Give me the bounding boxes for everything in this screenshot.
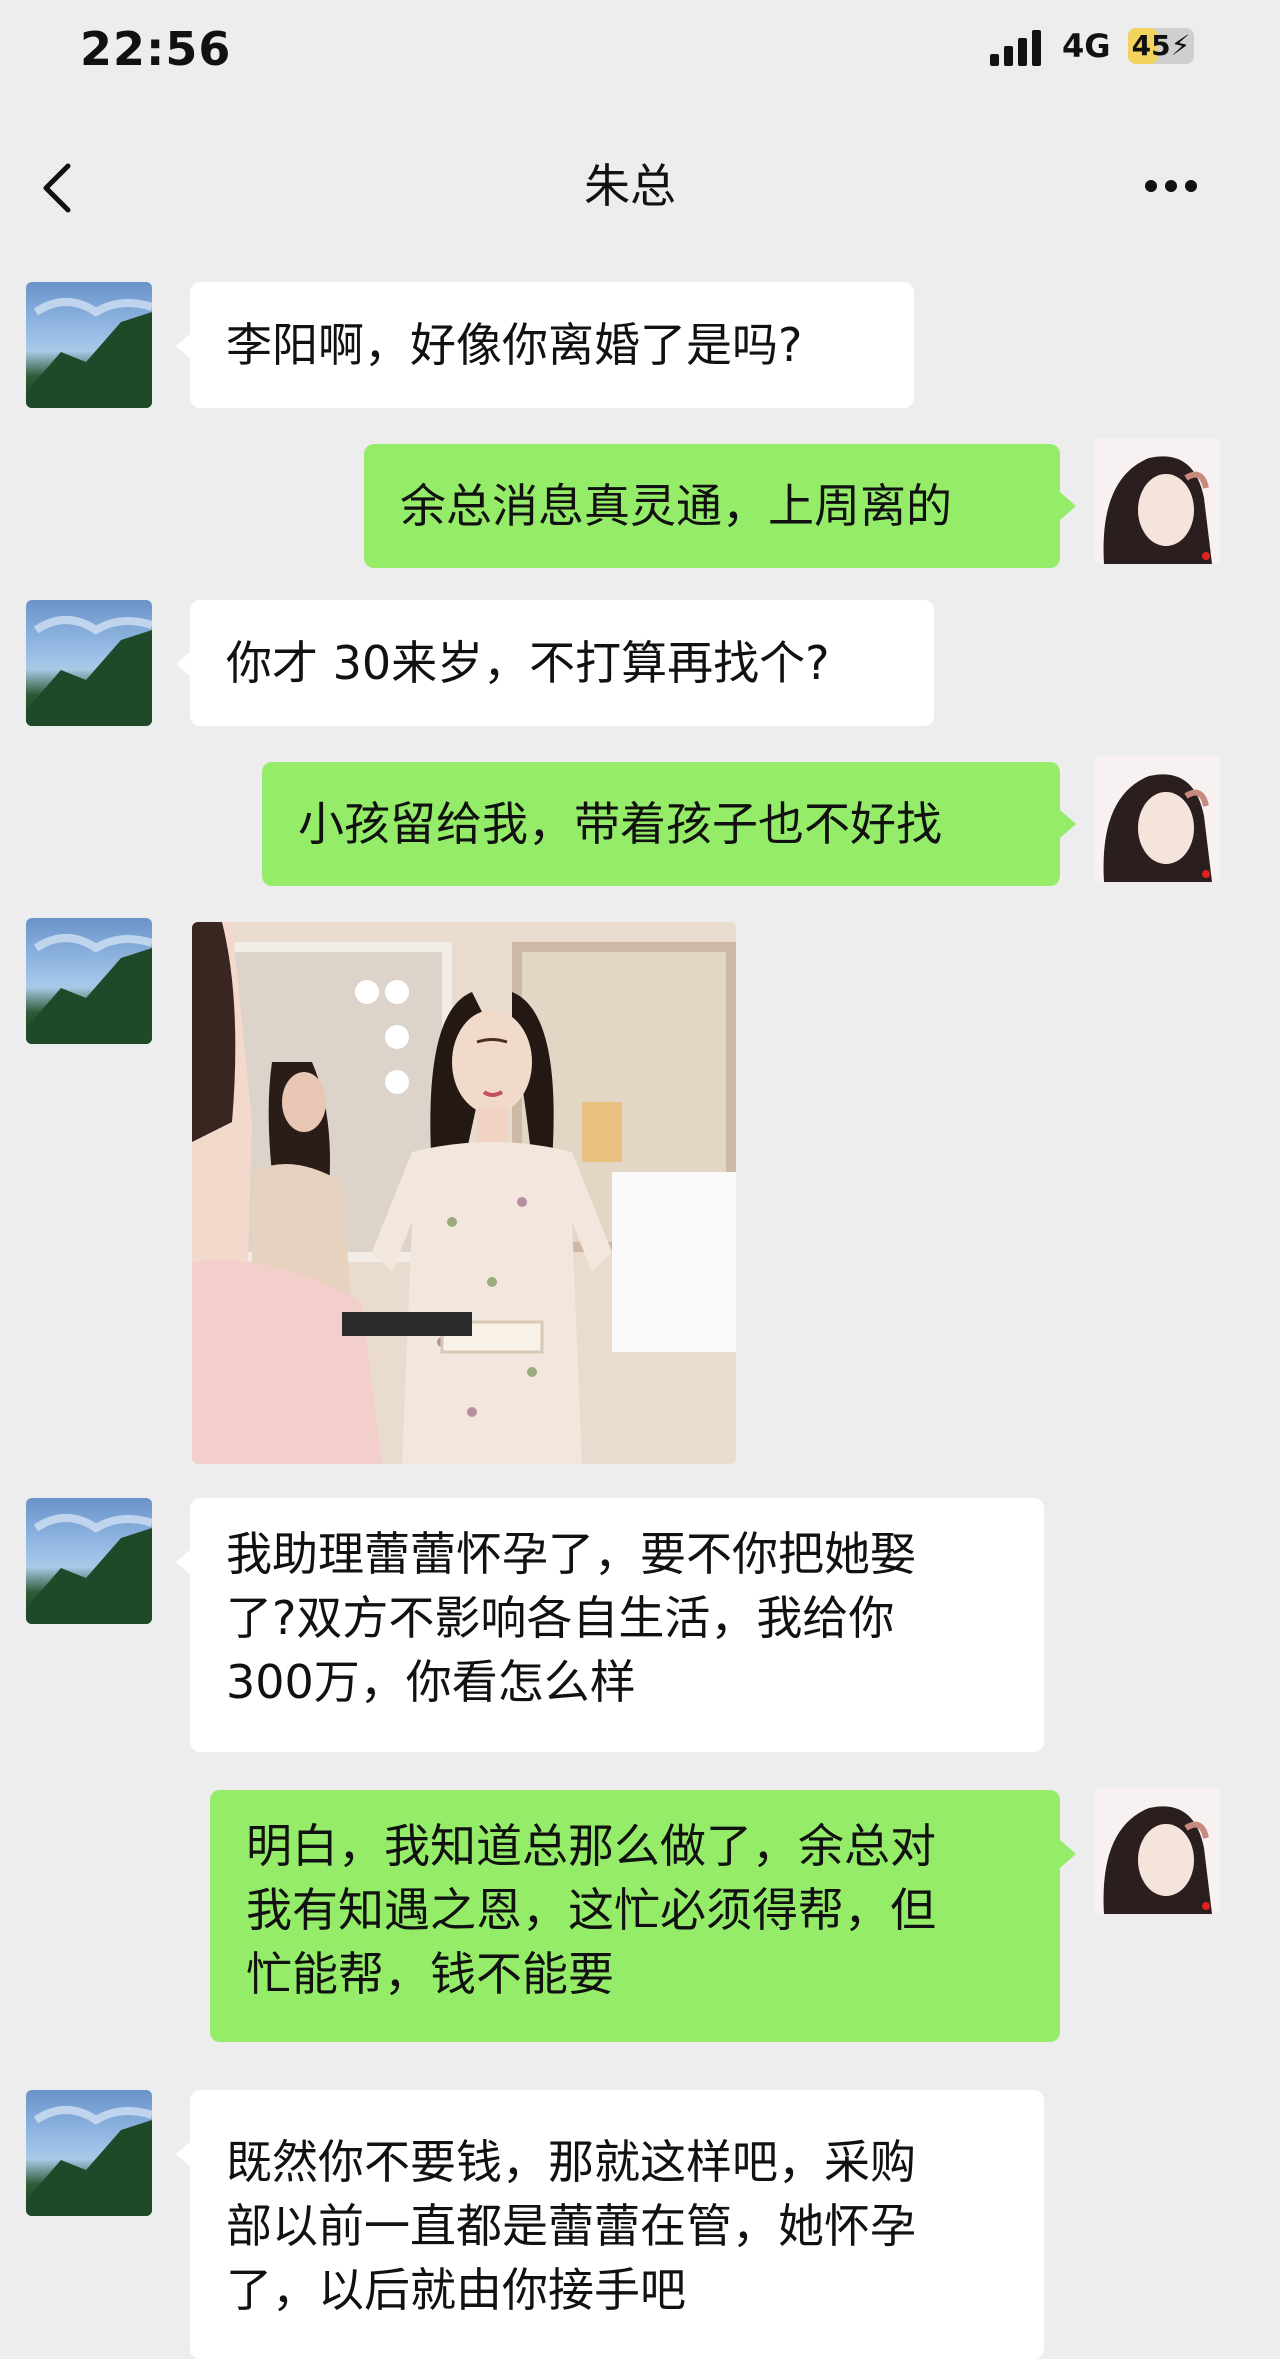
message-line: 既然你不要钱，那就这样吧，采购 <box>226 2135 916 2189</box>
bubble-tail <box>1060 1840 1076 1868</box>
contact-avatar[interactable] <box>26 600 152 726</box>
message-text: 李阳啊，好像你离婚了是吗? <box>226 318 803 372</box>
message-line: 我有知遇之恩，这忙必须得帮，但 <box>246 1883 936 1937</box>
message-bubble[interactable]: 小孩留给我，带着孩子也不好找 <box>262 762 1060 886</box>
message-bubble[interactable]: 我助理蕾蕾怀孕了，要不你把她娶 了?双方不影响各自生活，我给你 300万，你看怎… <box>190 1498 1044 1752</box>
my-avatar[interactable] <box>1094 1788 1220 1914</box>
message-line: 了，以后就由你接手吧 <box>226 2263 686 2317</box>
message-bubble[interactable]: 明白，我知道总那么做了，余总对 我有知遇之恩，这忙必须得帮，但 忙能帮，钱不能要 <box>210 1790 1060 2042</box>
contact-avatar[interactable] <box>26 282 152 408</box>
message-bubble[interactable]: 你才 30来岁，不打算再找个? <box>190 600 934 726</box>
bubble-tail <box>1060 492 1076 520</box>
message-line: 明白，我知道总那么做了，余总对 <box>246 1819 936 1873</box>
bubble-tail <box>1060 810 1076 838</box>
message-text: 你才 30来岁，不打算再找个? <box>226 636 830 690</box>
message-bubble[interactable]: 余总消息真灵通，上周离的 <box>364 444 1060 568</box>
message-text: 小孩留给我，带着孩子也不好找 <box>298 797 942 851</box>
my-avatar[interactable] <box>1094 438 1220 564</box>
chat-header: 朱总 <box>0 130 1260 250</box>
message-line: 忙能帮，钱不能要 <box>246 1947 614 2001</box>
shared-photo[interactable] <box>192 922 736 1464</box>
message-bubble[interactable]: 既然你不要钱，那就这样吧，采购 部以前一直都是蕾蕾在管，她怀孕 了，以后就由你接… <box>190 2090 1044 2359</box>
battery-charging-icon: 45⚡ <box>1128 28 1194 64</box>
chat-title: 朱总 <box>584 159 676 213</box>
message-line: 我助理蕾蕾怀孕了，要不你把她娶 <box>226 1527 916 1581</box>
network-type: 4G <box>1062 27 1111 65</box>
message-line: 部以前一直都是蕾蕾在管，她怀孕 <box>226 2199 916 2253</box>
message-text: 余总消息真灵通，上周离的 <box>400 479 952 533</box>
message-line: 了?双方不影响各自生活，我给你 <box>226 1591 895 1645</box>
chevron-left-icon[interactable] <box>30 156 90 220</box>
more-dots-icon[interactable] <box>1145 180 1205 196</box>
my-avatar[interactable] <box>1094 756 1220 882</box>
signal-bars-icon <box>990 30 1046 66</box>
status-time: 22:56 <box>80 22 232 76</box>
contact-avatar[interactable] <box>26 1498 152 1624</box>
status-bar: 22:56 4G 45⚡ <box>0 0 1260 100</box>
contact-avatar[interactable] <box>26 918 152 1044</box>
contact-avatar[interactable] <box>26 2090 152 2216</box>
battery-label: 45⚡ <box>1131 29 1191 62</box>
message-bubble[interactable]: 李阳啊，好像你离婚了是吗? <box>190 282 914 408</box>
message-line: 300万，你看怎么样 <box>226 1655 636 1709</box>
